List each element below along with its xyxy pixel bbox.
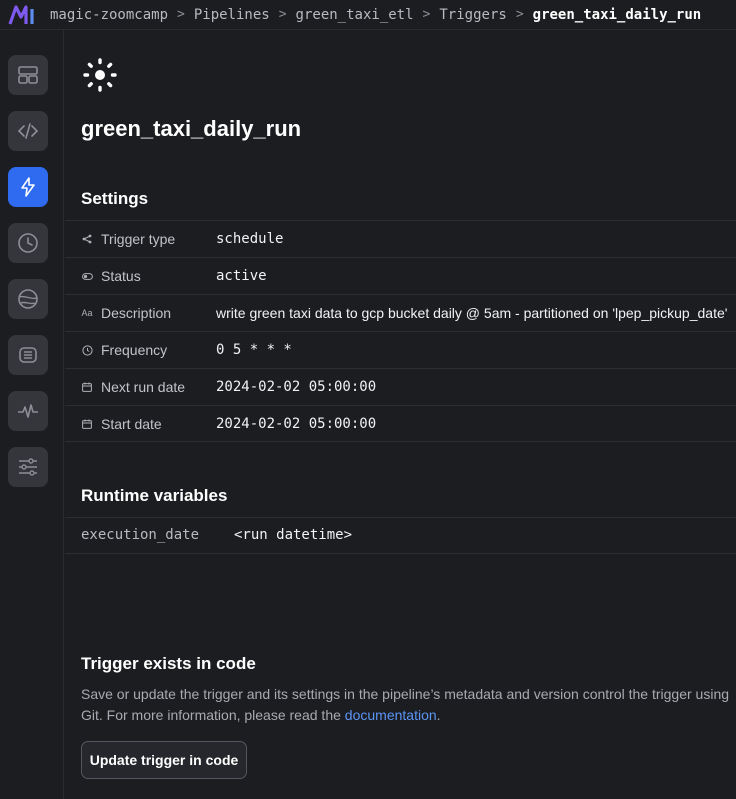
description-value: write green taxi data to gcp bucket dail… — [216, 305, 728, 321]
activity-icon — [18, 404, 38, 418]
settings-heading: Settings — [81, 189, 149, 208]
lightning-icon — [21, 177, 35, 197]
share-icon — [81, 234, 93, 244]
settings-row-description: Aa Description write green taxi data to … — [65, 294, 736, 331]
sidebar-item-settings[interactable] — [8, 447, 48, 487]
dashboard-icon — [18, 66, 38, 84]
code-section-description: Save or update the trigger and its setti… — [81, 684, 736, 726]
start-date-value: 2024-02-02 05:00:00 — [216, 415, 377, 432]
sun-icon — [83, 58, 117, 92]
description-suffix: . — [436, 707, 441, 723]
settings-label: Trigger type — [101, 231, 176, 247]
text-aa-icon: Aa — [81, 308, 93, 318]
code-icon — [17, 123, 39, 139]
settings-label: Frequency — [101, 342, 168, 358]
page-title: green_taxi_daily_run — [81, 116, 302, 141]
settings-label: Start date — [101, 415, 162, 432]
breadcrumb-pipelines[interactable]: Pipelines — [194, 7, 270, 23]
chevron-right-icon: > — [177, 7, 185, 22]
toggle-icon — [81, 272, 93, 280]
frequency-value: 0 5 * * * — [216, 342, 292, 358]
calendar-icon — [81, 419, 93, 429]
clock-icon — [18, 233, 38, 253]
sidebar-item-runs[interactable] — [8, 223, 48, 263]
documentation-link[interactable]: documentation — [345, 707, 437, 723]
breadcrumb-current-trigger: green_taxi_daily_run — [532, 6, 702, 23]
settings-label: Next run date — [101, 379, 186, 395]
settings-row-trigger-type: Trigger type schedule — [65, 220, 736, 257]
settings-row-start-date: Start date 2024-02-02 05:00:00 — [65, 405, 736, 442]
chevron-right-icon: > — [515, 7, 524, 22]
sidebar-item-code[interactable] — [8, 111, 48, 151]
chevron-right-icon: > — [422, 7, 431, 22]
logs-icon — [19, 347, 37, 363]
code-section-heading: Trigger exists in code — [81, 654, 256, 673]
next-run-date-value: 2024-02-02 05:00:00 — [216, 379, 377, 395]
runtime-variable-row: execution_date <run datetime> — [65, 517, 736, 554]
chevron-right-icon: > — [278, 7, 287, 22]
globe-icon — [18, 289, 38, 309]
sidebar-item-dashboard[interactable] — [8, 55, 48, 95]
breadcrumb-bar: magic-zoomcamp > Pipelines > green_taxi_… — [0, 0, 736, 30]
runtime-variable-key: execution_date — [81, 527, 200, 543]
mage-logo-icon[interactable] — [8, 4, 36, 26]
runtime-variable-value: <run datetime> — [234, 527, 353, 543]
settings-label: Description — [101, 305, 172, 321]
sidebar-item-triggers[interactable] — [8, 167, 48, 207]
runtime-variables-heading: Runtime variables — [81, 486, 228, 505]
settings-label: Status — [101, 268, 141, 284]
calendar-icon — [81, 382, 93, 392]
status-badge: active — [216, 268, 267, 284]
breadcrumb-pipeline[interactable]: green_taxi_etl — [296, 7, 414, 23]
sidebar-item-monitor[interactable] — [8, 391, 48, 431]
trigger-detail-panel: green_taxi_daily_run Settings Trigger ty… — [65, 30, 736, 799]
settings-row-next-run-date: Next run date 2024-02-02 05:00:00 — [65, 368, 736, 405]
sidebar-item-logs[interactable] — [8, 335, 48, 375]
sidebar — [0, 30, 64, 799]
trigger-type-value: schedule — [216, 231, 284, 247]
sidebar-item-backfills[interactable] — [8, 279, 48, 319]
clock-icon — [81, 344, 93, 356]
update-trigger-in-code-button[interactable]: Update trigger in code — [81, 741, 247, 779]
settings-row-status: Status active — [65, 257, 736, 294]
breadcrumb-triggers[interactable]: Triggers — [439, 7, 506, 23]
breadcrumb-project[interactable]: magic-zoomcamp — [50, 7, 168, 23]
settings-sliders-icon — [19, 458, 37, 476]
settings-row-frequency: Frequency 0 5 * * * — [65, 331, 736, 368]
